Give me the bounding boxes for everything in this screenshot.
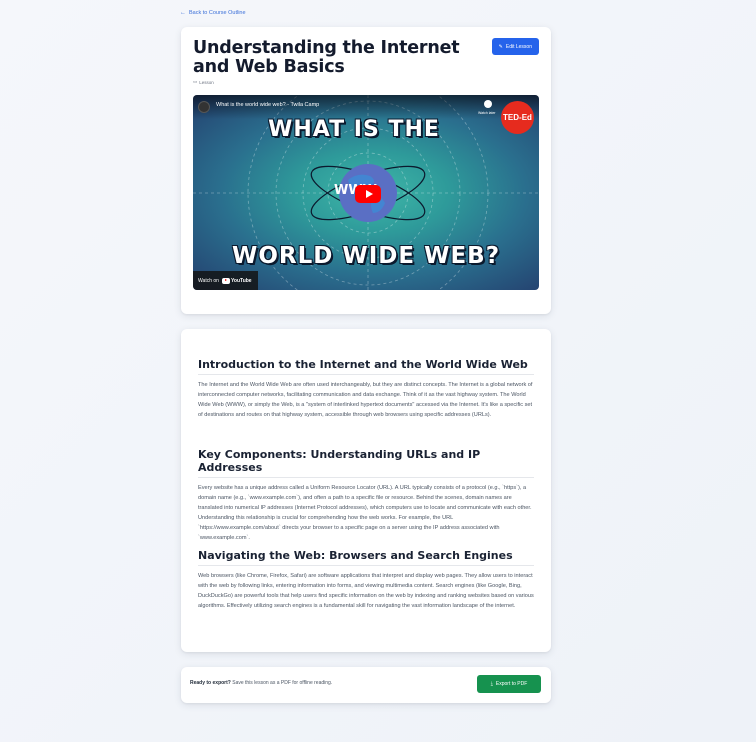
export-card: Ready to export? Save this lesson as a P… bbox=[181, 667, 551, 703]
chat-icon: ▭ bbox=[193, 79, 198, 84]
export-prompt: Ready to export? Save this lesson as a P… bbox=[190, 680, 332, 686]
section-body: Every website has a unique address calle… bbox=[198, 485, 532, 541]
video-headline-top: WHAT IS THE bbox=[268, 117, 440, 142]
watch-on-label: Watch on bbox=[198, 277, 219, 284]
export-button-label: Export to PDF bbox=[495, 681, 528, 687]
edit-lesson-label: Edit Lesson bbox=[505, 43, 532, 50]
section-body: The Internet and the World Wide Web are … bbox=[198, 382, 533, 418]
content-section: Introduction to the Internet and the Wor… bbox=[198, 358, 534, 420]
section-heading: Navigating the Web: Browsers and Search … bbox=[198, 549, 534, 566]
back-link-label: Back to Course Outline bbox=[189, 10, 246, 16]
section-heading: Introduction to the Internet and the Wor… bbox=[198, 358, 534, 375]
video-title[interactable]: What is the world wide web? - Twila Camp bbox=[216, 102, 319, 108]
export-pdf-button[interactable]: ⤓ Export to PDF bbox=[477, 675, 541, 693]
section-heading: Key Components: Understanding URLs and I… bbox=[198, 448, 534, 478]
watch-later-label: Watch later bbox=[478, 111, 496, 115]
channel-avatar[interactable] bbox=[198, 101, 210, 113]
youtube-play-icon bbox=[221, 277, 230, 284]
lesson-type-label: Lesson bbox=[199, 79, 214, 85]
content-section: Navigating the Web: Browsers and Search … bbox=[198, 549, 534, 611]
lesson-type-badge: ▭ Lesson bbox=[193, 79, 214, 85]
play-button[interactable] bbox=[355, 185, 381, 203]
download-icon: ⤓ bbox=[490, 681, 493, 687]
back-to-outline-link[interactable]: ← Back to Course Outline bbox=[180, 10, 246, 16]
edit-lesson-button[interactable]: ✎ Edit Lesson bbox=[491, 38, 539, 55]
page-title: Understanding the Internet and Web Basic… bbox=[193, 38, 460, 77]
section-body: Web browsers (like Chrome, Firefox, Safa… bbox=[198, 573, 534, 609]
pencil-icon: ✎ bbox=[498, 43, 503, 50]
lesson-header-card: Understanding the Internet and Web Basic… bbox=[181, 27, 551, 314]
export-prompt-bold: Ready to export? bbox=[190, 680, 231, 686]
play-icon bbox=[365, 190, 373, 198]
video-headline-bottom: WORLD WIDE WEB? bbox=[231, 243, 501, 269]
youtube-logo: YouTube bbox=[221, 277, 252, 284]
arrow-left-icon: ← bbox=[180, 10, 186, 16]
lesson-content-card: Introduction to the Internet and the Wor… bbox=[181, 329, 551, 652]
clock-icon[interactable] bbox=[484, 100, 492, 108]
content-section: Key Components: Understanding URLs and I… bbox=[198, 448, 534, 543]
watch-on-youtube-button[interactable]: Watch on YouTube bbox=[193, 271, 258, 290]
video-embed[interactable]: What is the world wide web? - Twila Camp… bbox=[193, 95, 539, 290]
export-prompt-text: Save this lesson as a PDF for offline re… bbox=[232, 680, 333, 686]
